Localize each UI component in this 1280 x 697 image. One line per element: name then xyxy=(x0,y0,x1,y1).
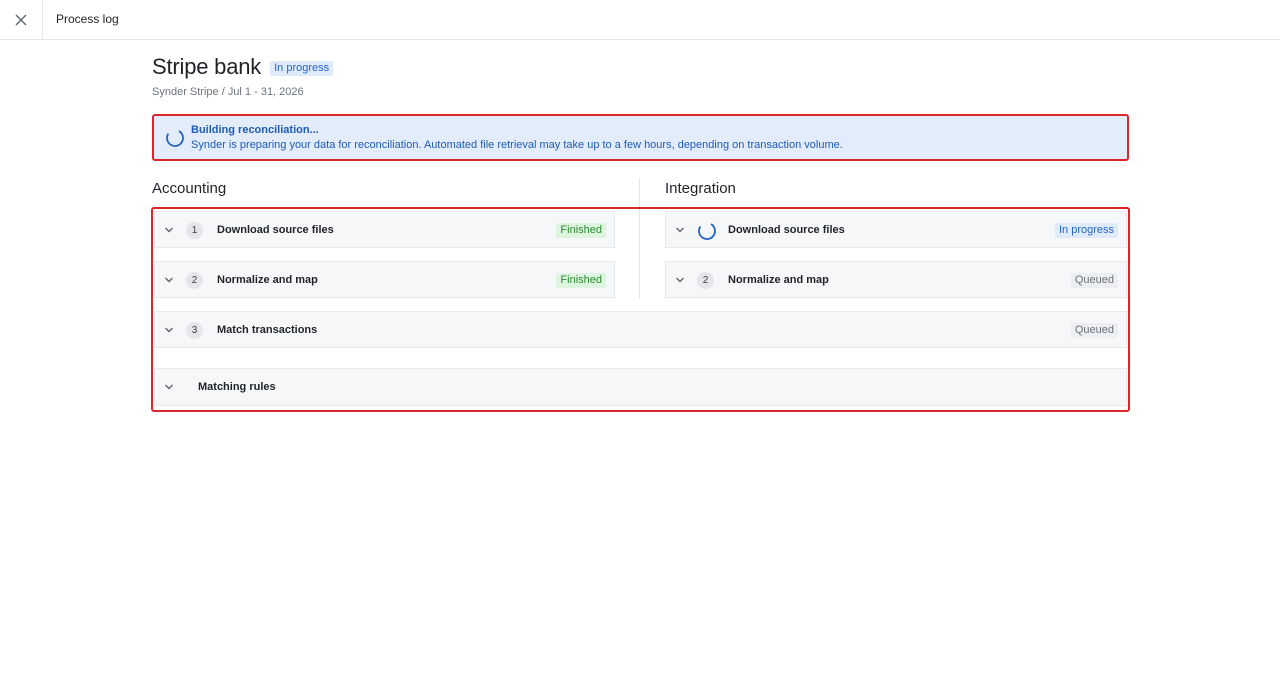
step-number: 3 xyxy=(186,322,203,339)
close-button[interactable] xyxy=(0,0,43,39)
status-badge: Finished xyxy=(556,223,606,238)
spinner-icon xyxy=(698,222,716,240)
accounting-heading: Accounting xyxy=(152,180,227,197)
topbar-title: Process log xyxy=(56,12,119,26)
page-header: Stripe bank In progress Synder Stripe / … xyxy=(152,54,334,98)
integration-heading: Integration xyxy=(665,180,736,197)
integration-step-normalize[interactable]: 2 Normalize and map Queued xyxy=(665,261,1127,298)
step-label: Normalize and map xyxy=(217,274,318,286)
accounting-step-download[interactable]: 1 Download source files Finished xyxy=(154,211,615,248)
top-bar: Process log xyxy=(0,0,1280,40)
page-subtitle: Synder Stripe / Jul 1 - 31, 2026 xyxy=(152,86,304,98)
step-label: Match transactions xyxy=(217,324,318,336)
matching-rules-section[interactable]: Matching rules xyxy=(154,368,1127,406)
step-label: Download source files xyxy=(217,224,334,236)
banner-text: Synder is preparing your data for reconc… xyxy=(191,139,843,151)
page-title: Stripe bank xyxy=(152,54,262,79)
status-badge: Finished xyxy=(556,273,606,288)
chevron-down-icon[interactable] xyxy=(675,275,685,285)
chevron-down-icon[interactable] xyxy=(164,225,174,235)
integration-step-download[interactable]: Download source files In progress xyxy=(665,211,1127,248)
step-label: Matching rules xyxy=(198,381,276,393)
status-badge: In progress xyxy=(1054,223,1118,238)
status-badge: Queued xyxy=(1070,323,1118,338)
step-match-transactions[interactable]: 3 Match transactions Queued xyxy=(154,311,1127,348)
status-badge: In progress xyxy=(270,60,334,76)
chevron-down-icon[interactable] xyxy=(675,225,685,235)
status-badge: Queued xyxy=(1070,273,1118,288)
close-icon xyxy=(15,14,27,25)
step-label: Normalize and map xyxy=(728,274,829,286)
step-label: Download source files xyxy=(728,224,845,236)
chevron-down-icon[interactable] xyxy=(164,275,174,285)
banner-title: Building reconciliation... xyxy=(191,124,319,136)
spinner-icon xyxy=(166,129,184,147)
accounting-step-normalize[interactable]: 2 Normalize and map Finished xyxy=(154,261,615,298)
step-number: 2 xyxy=(697,272,714,289)
step-number: 1 xyxy=(186,222,203,239)
step-number: 2 xyxy=(186,272,203,289)
progress-banner: Building reconciliation... Synder is pre… xyxy=(152,114,1129,161)
chevron-down-icon[interactable] xyxy=(164,382,174,392)
chevron-down-icon[interactable] xyxy=(164,325,174,335)
